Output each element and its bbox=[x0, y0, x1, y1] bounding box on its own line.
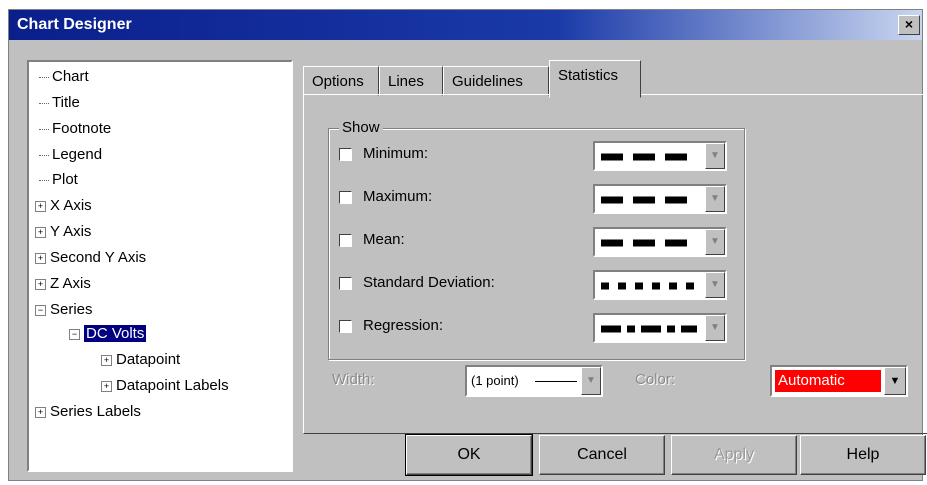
cancel-button[interactable]: Cancel bbox=[539, 435, 665, 475]
dialog-title: Chart Designer bbox=[17, 16, 132, 33]
minimum-row: Minimum: ▼ bbox=[339, 139, 734, 171]
tree-item-label: Z Axis bbox=[50, 275, 91, 292]
expand-icon[interactable]: + bbox=[101, 354, 112, 366]
dash-line-style-icon bbox=[601, 196, 697, 204]
mean-checkbox[interactable] bbox=[339, 234, 352, 247]
dash-dot-line-style-icon bbox=[601, 325, 697, 333]
tree-item-series-labels[interactable]: + Series Labels bbox=[35, 401, 141, 423]
tree-item-title[interactable]: Title bbox=[39, 92, 80, 114]
expand-icon[interactable]: + bbox=[101, 380, 112, 392]
regression-label: Regression: bbox=[363, 317, 444, 334]
regression-checkbox[interactable] bbox=[339, 320, 352, 333]
collapse-icon[interactable]: − bbox=[69, 328, 80, 340]
tree-item-label: Chart bbox=[52, 68, 89, 85]
standard-deviation-line-style-select[interactable]: ▼ bbox=[593, 270, 727, 300]
expand-icon[interactable]: + bbox=[35, 252, 46, 264]
maximum-line-style-select[interactable]: ▼ bbox=[593, 184, 727, 214]
collapse-icon[interactable]: − bbox=[35, 304, 46, 316]
tree-item-z-axis[interactable]: + Z Axis bbox=[35, 273, 91, 295]
color-value: Automatic bbox=[775, 370, 881, 392]
tree-item-chart[interactable]: Chart bbox=[39, 66, 89, 88]
apply-button[interactable]: Apply bbox=[671, 435, 797, 475]
color-label: Color: bbox=[635, 371, 676, 388]
tree-item-series[interactable]: − Series bbox=[35, 299, 93, 321]
tree-item-label: Legend bbox=[52, 146, 103, 163]
width-value: (1 point) bbox=[471, 373, 519, 388]
tree-item-y-axis[interactable]: + Y Axis bbox=[35, 221, 91, 243]
chevron-down-icon[interactable]: ▼ bbox=[581, 367, 601, 395]
tree-item-datapoint-labels[interactable]: + Datapoint Labels bbox=[101, 375, 229, 397]
tree-item-label: Footnote bbox=[52, 120, 112, 137]
tree-item-second-y-axis[interactable]: + Second Y Axis bbox=[35, 247, 146, 269]
regression-line-style-select[interactable]: ▼ bbox=[593, 313, 727, 343]
tree-item-datapoint[interactable]: + Datapoint bbox=[101, 349, 180, 371]
tree-item-footnote[interactable]: Footnote bbox=[39, 118, 111, 140]
tree-item-label: X Axis bbox=[50, 197, 92, 214]
show-groupbox: Show Minimum: ▼ Maximum: ▼ Mean: ▼ Stand… bbox=[328, 119, 745, 360]
close-button[interactable]: × bbox=[898, 15, 920, 35]
tree-item-label: Plot bbox=[52, 171, 78, 188]
tab-statistics[interactable]: Statistics bbox=[549, 60, 641, 98]
show-group-label: Show bbox=[339, 119, 383, 136]
width-select[interactable]: (1 point) ▼ bbox=[465, 365, 603, 397]
dot-line-style-icon bbox=[601, 282, 697, 290]
color-select[interactable]: Automatic ▼ bbox=[770, 365, 908, 397]
ok-button[interactable]: OK bbox=[405, 434, 533, 476]
mean-label: Mean: bbox=[363, 231, 405, 248]
dash-line-style-icon bbox=[601, 239, 697, 247]
chart-designer-dialog: Chart Designer × Chart Title Footnote Le… bbox=[8, 9, 927, 481]
regression-row: Regression: ▼ bbox=[339, 311, 734, 343]
tree-item-label: Datapoint Labels bbox=[116, 377, 229, 394]
tree-item-plot[interactable]: Plot bbox=[39, 169, 78, 191]
standard-deviation-row: Standard Deviation: ▼ bbox=[339, 268, 734, 300]
dash-line-style-icon bbox=[601, 153, 697, 161]
tree-item-legend[interactable]: Legend bbox=[39, 144, 102, 166]
tab-lines[interactable]: Lines bbox=[379, 66, 443, 96]
minimum-line-style-select[interactable]: ▼ bbox=[593, 141, 727, 171]
line-width-preview bbox=[535, 381, 577, 382]
tree-item-x-axis[interactable]: + X Axis bbox=[35, 195, 92, 217]
expand-icon[interactable]: + bbox=[35, 406, 46, 418]
minimum-checkbox[interactable] bbox=[339, 148, 352, 161]
chevron-down-icon[interactable]: ▼ bbox=[705, 315, 725, 341]
tree-item-label: Series bbox=[50, 301, 93, 318]
chevron-down-icon[interactable]: ▼ bbox=[705, 143, 725, 169]
expand-icon[interactable]: + bbox=[35, 226, 46, 238]
width-label: Width: bbox=[332, 371, 375, 388]
tree-item-label: Series Labels bbox=[50, 403, 141, 420]
tree-item-label-selected: DC Volts bbox=[82, 324, 148, 343]
tab-guidelines[interactable]: Guidelines bbox=[443, 66, 549, 96]
maximum-checkbox[interactable] bbox=[339, 191, 352, 204]
mean-line-style-select[interactable]: ▼ bbox=[593, 227, 727, 257]
expand-icon[interactable]: + bbox=[35, 278, 46, 290]
tab-options[interactable]: Options bbox=[303, 66, 379, 96]
chevron-down-icon[interactable]: ▼ bbox=[884, 367, 906, 395]
help-button[interactable]: Help bbox=[800, 435, 926, 475]
chevron-down-icon[interactable]: ▼ bbox=[705, 186, 725, 212]
standard-deviation-checkbox[interactable] bbox=[339, 277, 352, 290]
standard-deviation-label: Standard Deviation: bbox=[363, 274, 495, 291]
tree-item-label: Second Y Axis bbox=[50, 249, 147, 266]
tree-item-label: Datapoint bbox=[116, 351, 181, 368]
chevron-down-icon[interactable]: ▼ bbox=[705, 272, 725, 298]
mean-row: Mean: ▼ bbox=[339, 225, 734, 257]
maximum-label: Maximum: bbox=[363, 188, 433, 205]
chart-element-tree[interactable]: Chart Title Footnote Legend Plot + X Axis… bbox=[27, 60, 293, 472]
maximum-row: Maximum: ▼ bbox=[339, 182, 734, 214]
minimum-label: Minimum: bbox=[363, 145, 429, 162]
chevron-down-icon[interactable]: ▼ bbox=[705, 229, 725, 255]
tree-item-label: Y Axis bbox=[50, 223, 92, 240]
expand-icon[interactable]: + bbox=[35, 200, 46, 212]
title-bar[interactable]: Chart Designer × bbox=[9, 10, 922, 40]
statistics-panel: Show Minimum: ▼ Maximum: ▼ Mean: ▼ Stand… bbox=[303, 94, 927, 434]
tree-item-dc-volts[interactable]: − DC Volts bbox=[69, 323, 148, 345]
tree-item-label: Title bbox=[52, 94, 80, 111]
